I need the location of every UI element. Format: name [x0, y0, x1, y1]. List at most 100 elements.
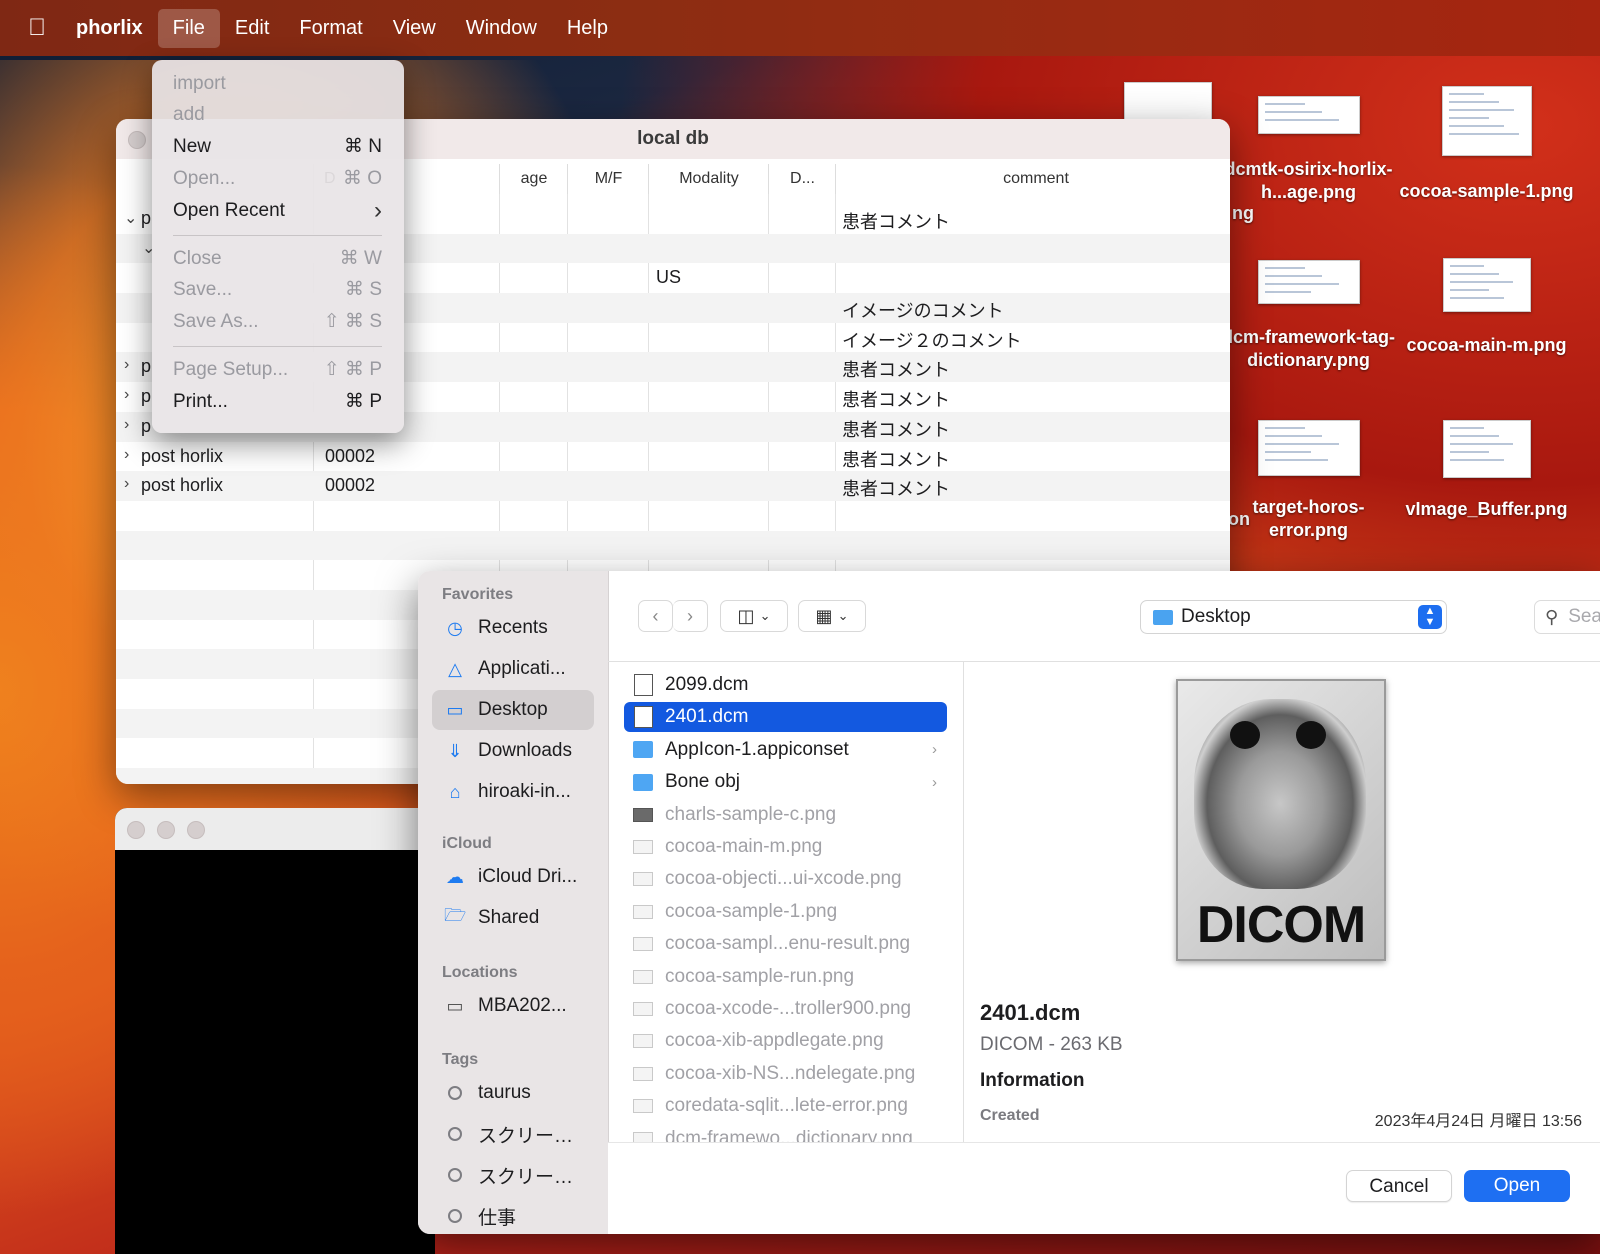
- sidebar-item-icloud-dri-[interactable]: ☁ iCloud Dri...: [432, 857, 594, 897]
- image-file-icon: [633, 999, 653, 1019]
- menu-item-open-recent[interactable]: Open Recent ›: [173, 197, 382, 225]
- menu-item-new[interactable]: New ⌘ N: [173, 133, 382, 161]
- tag-circle-icon: [448, 1168, 462, 1182]
- desktop-file-label: dcm-framework-tag-dictionary.png: [1221, 327, 1396, 370]
- file-row[interactable]: cocoa-objecti...ui-xcode.png: [624, 864, 947, 894]
- file-name: charls-sample-c.png: [665, 803, 837, 825]
- table-row[interactable]: › post horlix 00002 患者コメント: [116, 442, 1230, 472]
- menu-item-label: add: [173, 104, 205, 125]
- disclosure-closed-icon[interactable]: ›: [124, 386, 129, 404]
- menu-item-add: add: [173, 101, 382, 129]
- sidebar-item--[interactable]: スクリー…: [432, 1155, 594, 1195]
- menu-item-label: Save...: [173, 279, 233, 300]
- close-window-button[interactable]: [127, 821, 145, 839]
- sidebar-item-desktop[interactable]: ▭ Desktop: [432, 690, 594, 730]
- file-name: dcm-framewo...dictionary.png: [665, 1127, 913, 1142]
- viewer-window: [115, 808, 435, 1254]
- column-header-comment[interactable]: comment: [835, 164, 1230, 194]
- menu-format[interactable]: Format: [284, 9, 377, 48]
- menu-item-label: Open...: [173, 168, 236, 189]
- menu-file[interactable]: File: [157, 8, 220, 48]
- file-row[interactable]: 2401.dcm: [624, 702, 947, 733]
- app-menu[interactable]: phorlix: [74, 17, 158, 40]
- file-row[interactable]: dcm-framewo...dictionary.png: [624, 1124, 947, 1142]
- file-row[interactable]: 2099.dcm: [624, 670, 947, 700]
- apple-menu-icon[interactable]: : [0, 14, 74, 42]
- desktop-file-icon[interactable]: cocoa-main-m.png: [1399, 258, 1574, 357]
- file-row[interactable]: cocoa-sample-1.png: [624, 897, 947, 927]
- menu-help[interactable]: Help: [552, 9, 623, 48]
- folder-row[interactable]: AppIcon-1.appiconset ›: [624, 735, 947, 765]
- preview-filename: 2401.dcm: [980, 1000, 1081, 1025]
- file-name: cocoa-xcode-...troller900.png: [665, 998, 912, 1019]
- chevron-right-icon: ›: [932, 773, 937, 791]
- menu-view[interactable]: View: [378, 9, 451, 48]
- comment-cell: 患者コメント: [842, 449, 950, 470]
- desktop-file-icon[interactable]: cocoa-sample-1.png: [1399, 86, 1574, 203]
- file-row[interactable]: charls-sample-c.png: [624, 800, 947, 830]
- column-header-sex[interactable]: M/F: [567, 164, 649, 194]
- column-view-button[interactable]: ◫ ⌄: [720, 600, 788, 632]
- file-thumbnail: [1257, 420, 1360, 476]
- table-row[interactable]: › post horlix 00002 患者コメント: [116, 471, 1230, 501]
- menu-item-print[interactable]: Print... ⌘ P: [173, 388, 382, 416]
- cancel-button[interactable]: Cancel: [1346, 1170, 1452, 1202]
- file-row[interactable]: cocoa-main-m.png: [624, 832, 947, 862]
- forward-button[interactable]: ›: [673, 600, 708, 632]
- sidebar-item--[interactable]: 仕事: [432, 1196, 594, 1234]
- desktop-file-icon[interactable]: dcmtk-osirix-horlix-h...age.png: [1221, 96, 1396, 204]
- file-row[interactable]: coredata-sqlit...lete-error.png: [624, 1091, 947, 1121]
- disclosure-closed-icon[interactable]: ›: [124, 446, 129, 464]
- column-header-age[interactable]: age: [499, 164, 568, 194]
- column-header-modality[interactable]: Modality: [648, 164, 769, 194]
- minimize-window-button[interactable]: [157, 821, 175, 839]
- sidebar-item--[interactable]: スクリー…: [432, 1114, 594, 1154]
- close-window-button[interactable]: [128, 131, 146, 149]
- disclosure-closed-icon[interactable]: ›: [124, 356, 129, 374]
- desktop-icon: ▭: [446, 699, 464, 720]
- sidebar-item-mba-[interactable]: ▭ MBA202...: [432, 986, 594, 1026]
- file-name: cocoa-main-m.png: [665, 836, 823, 857]
- disclosure-open-icon[interactable]: ⌄: [124, 208, 137, 228]
- updown-chevron-icon: ▲ ▼: [1418, 605, 1442, 629]
- sidebar-item-applicati-[interactable]: △ Applicati...: [432, 649, 594, 689]
- desktop-file-icon[interactable]: vImage_Buffer.png: [1399, 420, 1574, 521]
- sidebar-item-taurus[interactable]: taurus: [432, 1073, 594, 1113]
- file-row[interactable]: cocoa-sampl...enu-result.png: [624, 929, 947, 959]
- file-preview: DICOM 2401.dcm DICOM - 263 KB Informatio…: [964, 662, 1600, 1142]
- sidebar-item-label: hiroaki-in...: [478, 781, 571, 802]
- sidebar-item-hiroaki-in-[interactable]: ⌂ hiroaki-in...: [432, 772, 594, 812]
- column-header-date[interactable]: D...: [768, 164, 836, 194]
- sidebar-item-label: Recents: [478, 617, 548, 638]
- image-file-icon: [633, 1031, 653, 1051]
- zoom-window-button[interactable]: [187, 821, 205, 839]
- file-row[interactable]: cocoa-xib-appdlegate.png: [624, 1026, 947, 1056]
- search-field[interactable]: ⚲ Search: [1534, 600, 1600, 634]
- menu-item-page-setup: Page Setup... ⇧ ⌘ P: [173, 356, 382, 384]
- disclosure-closed-icon[interactable]: ›: [124, 416, 129, 434]
- chevron-right-icon: ›: [932, 741, 937, 759]
- open-button[interactable]: Open: [1464, 1170, 1570, 1202]
- sidebar-item-recents[interactable]: ◷ Recents: [432, 608, 594, 648]
- file-name: AppIcon-1.appiconset: [665, 738, 849, 760]
- sidebar-item-shared[interactable]: 🗁 Shared: [432, 898, 594, 938]
- file-row[interactable]: cocoa-xcode-...troller900.png: [624, 994, 947, 1024]
- disclosure-closed-icon[interactable]: ›: [124, 475, 129, 493]
- file-thumbnail: [1257, 260, 1360, 304]
- desktop-file-label: dcmtk-osirix-horlix-h...age.png: [1224, 159, 1393, 202]
- file-row[interactable]: cocoa-xib-NS...ndelegate.png: [624, 1059, 947, 1089]
- group-by-button[interactable]: ▦ ⌄: [798, 600, 866, 632]
- menu-item-shortcut: ⌘ P: [345, 391, 382, 412]
- file-thumbnail: [1442, 258, 1531, 312]
- menu-window[interactable]: Window: [451, 9, 552, 48]
- menu-edit[interactable]: Edit: [220, 9, 284, 48]
- sidebar-item-downloads[interactable]: ⇓ Downloads: [432, 731, 594, 771]
- download-icon: ⇓: [447, 740, 463, 761]
- folder-row[interactable]: Bone obj ›: [624, 767, 947, 797]
- home-icon: ⌂: [449, 781, 461, 802]
- patient-id-cell: 00002: [325, 445, 376, 466]
- file-row[interactable]: cocoa-sample-run.png: [624, 962, 947, 992]
- location-selector[interactable]: Desktop ▲ ▼: [1140, 600, 1447, 634]
- back-button[interactable]: ‹: [638, 600, 673, 632]
- desktop-file-icon[interactable]: dcm-framework-tag-dictionary.png: [1221, 260, 1396, 372]
